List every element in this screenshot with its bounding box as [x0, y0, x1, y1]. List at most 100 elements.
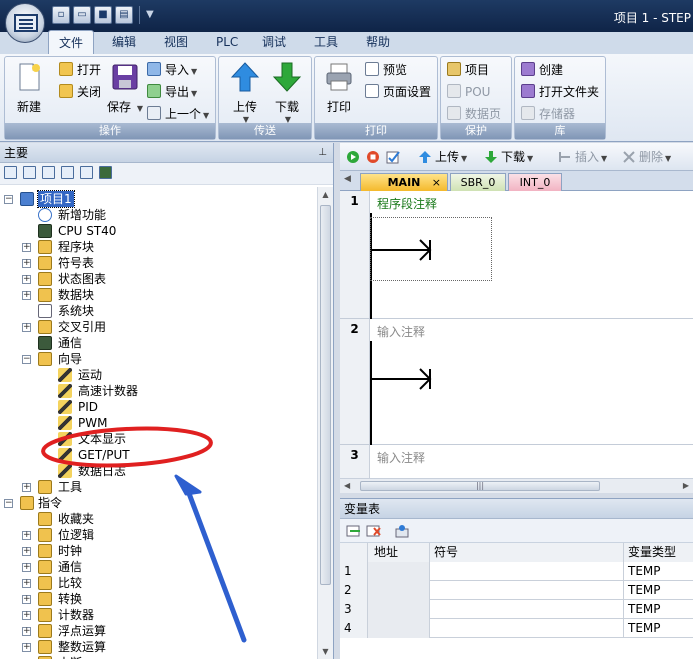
expand-icon[interactable]: + [22, 611, 31, 620]
insert-button[interactable]: 插入 ▼ [558, 149, 607, 165]
network-comment[interactable]: 输入注释 [377, 323, 425, 340]
scroll-down-icon[interactable]: ▼ [318, 644, 333, 659]
network-comment[interactable]: 程序段注释 [377, 195, 437, 212]
close-tab-icon[interactable]: × [432, 174, 441, 191]
delete-row-icon[interactable] [366, 523, 382, 539]
var-type-cell[interactable]: TEMP [624, 581, 693, 600]
expand-icon[interactable]: + [22, 563, 31, 572]
variable-tool-icon[interactable] [394, 523, 410, 539]
document-icon[interactable] [61, 166, 74, 179]
symbol-cell[interactable] [430, 600, 624, 619]
new-file-icon[interactable]: ▫ [52, 6, 70, 24]
symbol-cell[interactable] [430, 619, 624, 638]
network-comment[interactable]: 输入注释 [377, 449, 425, 466]
tab-int0[interactable]: INT_0 [508, 173, 562, 191]
network-2[interactable]: 2 输入注释 [340, 319, 693, 445]
table-row[interactable]: 4 TEMP [340, 619, 693, 638]
address-cell[interactable] [368, 581, 430, 600]
expand-icon[interactable]: + [22, 627, 31, 636]
scrollbar-thumb[interactable] [320, 205, 331, 585]
network-1[interactable]: 1 程序段注释 [340, 191, 693, 319]
scroll-up-icon[interactable]: ▲ [318, 187, 333, 202]
protect-data-page-button[interactable]: 数据页 [447, 105, 501, 123]
run-button[interactable] [346, 149, 363, 165]
insert-row-icon[interactable] [346, 523, 362, 539]
tab-view[interactable]: 视图 [154, 32, 198, 54]
tab-edit[interactable]: 编辑 [102, 32, 146, 54]
scrollbar-thumb[interactable]: ||| [360, 481, 600, 491]
table-row[interactable]: 3 TEMP [340, 600, 693, 619]
open-folder-icon[interactable]: ▭ [73, 6, 91, 24]
table-row[interactable]: 1 TEMP [340, 562, 693, 581]
tab-plc[interactable]: PLC [206, 32, 248, 54]
editor-horizontal-scrollbar[interactable]: ◀ ||| ▶ [340, 478, 693, 493]
grid-icon[interactable] [23, 166, 36, 179]
download-button[interactable]: 下载 ▼ [267, 61, 307, 124]
var-type-cell[interactable]: TEMP [624, 562, 693, 581]
monitor-icon[interactable] [99, 166, 112, 179]
pin-icon[interactable]: ⊥ [318, 143, 327, 163]
column-header-address[interactable]: 地址 [368, 543, 430, 562]
save-button[interactable]: 保存 ▼ [105, 61, 145, 115]
tree-item-project[interactable]: − 项目1 [0, 190, 300, 208]
expand-icon[interactable]: + [22, 291, 31, 300]
preview-button[interactable]: 预览 [365, 61, 407, 79]
customize-toolbar-icon[interactable]: ▼ [146, 6, 154, 24]
address-cell[interactable] [368, 600, 430, 619]
tab-scroll-left-icon[interactable]: ◀ [344, 174, 351, 184]
new-button[interactable]: 新建 [9, 61, 49, 115]
tab-main[interactable]: MAIN × [360, 173, 448, 191]
expand-icon[interactable]: + [22, 323, 31, 332]
create-library-button[interactable]: 创建 [521, 61, 563, 79]
import-button[interactable]: 导入 ▼ [147, 61, 197, 79]
collapse-icon[interactable]: − [22, 355, 31, 364]
scroll-right-icon[interactable]: ▶ [683, 481, 689, 490]
symbol-cell[interactable] [430, 562, 624, 581]
expand-icon[interactable]: + [22, 259, 31, 268]
expand-icon[interactable]: + [22, 547, 31, 556]
page-setup-button[interactable]: 页面设置 [365, 83, 431, 101]
collapse-icon[interactable]: − [4, 195, 13, 204]
expand-icon[interactable]: + [22, 243, 31, 252]
application-menu-button[interactable] [5, 3, 45, 43]
collapse-icon[interactable]: − [4, 499, 13, 508]
open-button[interactable]: 打开 [59, 61, 101, 79]
protect-pou-button[interactable]: POU [447, 83, 490, 101]
editor-upload-button[interactable]: 上传 ▼ [418, 149, 467, 165]
view-icon[interactable] [4, 166, 17, 179]
export-button[interactable]: 导出 ▼ [147, 83, 197, 101]
compile-button[interactable] [386, 149, 403, 165]
expand-icon[interactable]: + [22, 483, 31, 492]
expand-icon[interactable]: + [22, 275, 31, 284]
ladder-diagram[interactable]: 1 程序段注释 2 输入注释 3 输入注释 [340, 191, 693, 478]
var-type-cell[interactable]: TEMP [624, 619, 693, 638]
upload-button[interactable]: 上传 ▼ [225, 61, 265, 124]
expand-icon[interactable]: + [22, 643, 31, 652]
open-library-folder-button[interactable]: 打开文件夹 [521, 83, 599, 101]
var-type-cell[interactable]: TEMP [624, 600, 693, 619]
delete-button[interactable]: 删除 ▼ [622, 149, 671, 165]
print-icon[interactable]: ▤ [115, 6, 133, 24]
protect-project-button[interactable]: 项目 [447, 61, 489, 79]
expand-icon[interactable]: + [22, 531, 31, 540]
symbol-cell[interactable] [430, 581, 624, 600]
tab-sbr0[interactable]: SBR_0 [450, 173, 506, 191]
table-row[interactable]: 2 TEMP [340, 581, 693, 600]
save-icon[interactable]: ■ [94, 6, 112, 24]
tab-debug[interactable]: 调试 [252, 32, 296, 54]
close-button[interactable]: 关闭 [59, 83, 101, 101]
list-icon[interactable] [42, 166, 55, 179]
address-cell[interactable] [368, 619, 430, 638]
scroll-left-icon[interactable]: ◀ [344, 481, 350, 490]
network-3[interactable]: 3 输入注释 [340, 445, 693, 478]
table-icon[interactable] [80, 166, 93, 179]
library-memory-button[interactable]: 存储器 [521, 105, 575, 123]
address-cell[interactable] [368, 562, 430, 581]
tab-file[interactable]: 文件 [48, 30, 95, 54]
column-header-symbol[interactable]: 符号 [430, 543, 624, 562]
expand-icon[interactable]: + [22, 579, 31, 588]
previous-button[interactable]: 上一个 ▼ [147, 105, 209, 123]
editor-download-button[interactable]: 下载 ▼ [484, 149, 533, 165]
tree-vertical-scrollbar[interactable]: ▲ ▼ [317, 187, 333, 659]
expand-icon[interactable]: + [22, 595, 31, 604]
